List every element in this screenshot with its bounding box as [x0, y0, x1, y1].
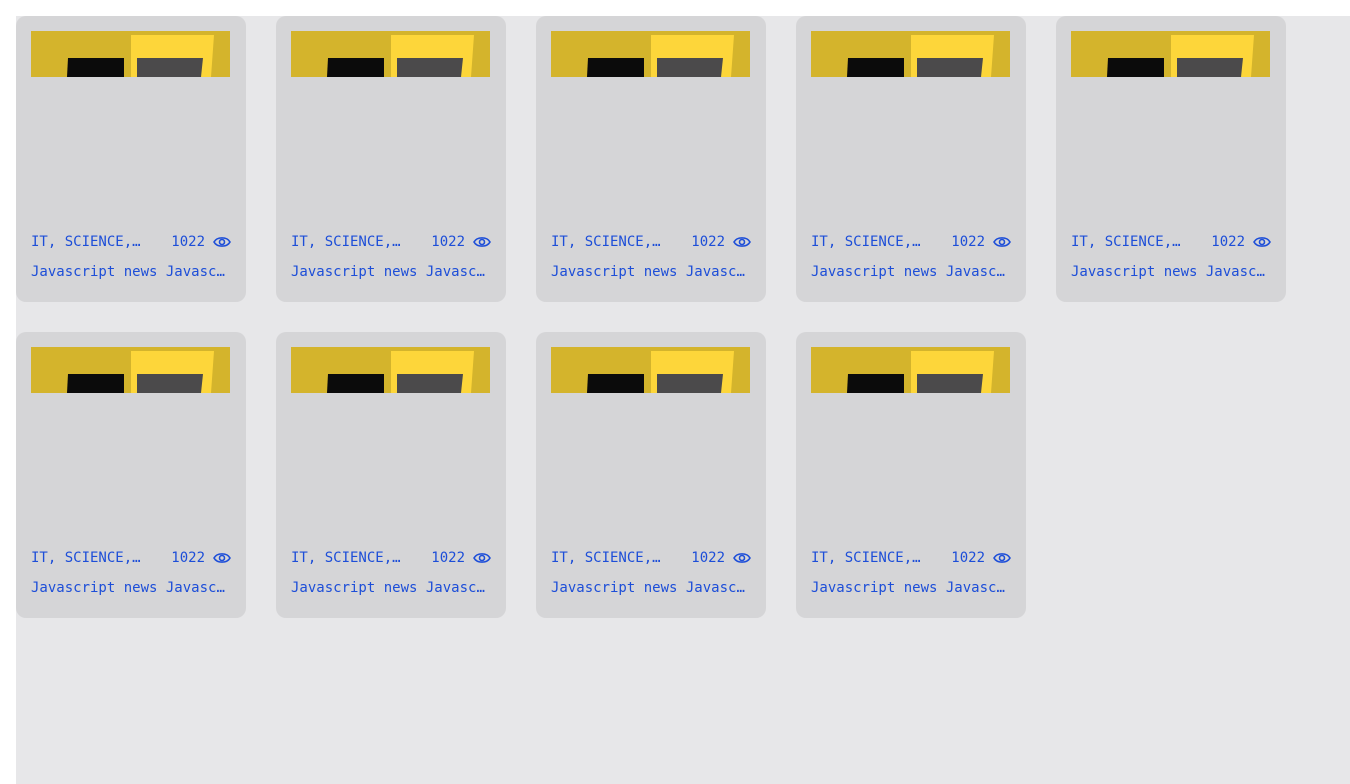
view-count: 1022 [691, 550, 725, 566]
card-meta: IT, SCIENCE, JAVASCRIPT 1022 [811, 548, 1011, 568]
card-title[interactable]: Javascript news Javascript news [811, 580, 1011, 600]
card-title[interactable]: Javascript news Javascript news [291, 264, 491, 284]
card-views: 1022 [691, 234, 751, 250]
card-thumbnail [31, 347, 230, 393]
view-count: 1022 [951, 550, 985, 566]
card-meta: IT, SCIENCE, JAVASCRIPT 1022 [31, 232, 231, 252]
card-thumbnail [551, 31, 750, 77]
card-meta: IT, SCIENCE, JAVASCRIPT 1022 [551, 548, 751, 568]
card-title[interactable]: Javascript news Javascript news [551, 580, 751, 600]
news-card[interactable]: IT, SCIENCE, JAVASCRIPT 1022 Javascript … [796, 16, 1026, 302]
view-count: 1022 [1211, 234, 1245, 250]
card-thumbnail [551, 347, 750, 393]
card-thumbnail [811, 31, 1010, 77]
news-card[interactable]: IT, SCIENCE, JAVASCRIPT 1022 Javascript … [536, 16, 766, 302]
card-views: 1022 [691, 550, 751, 566]
card-title[interactable]: Javascript news Javascript news [811, 264, 1011, 284]
eye-icon [213, 235, 231, 249]
card-tags[interactable]: IT, SCIENCE, JAVASCRIPT [291, 550, 409, 566]
view-count: 1022 [951, 234, 985, 250]
card-thumbnail [291, 31, 490, 77]
card-tags[interactable]: IT, SCIENCE, JAVASCRIPT [811, 234, 929, 250]
card-tags[interactable]: IT, SCIENCE, JAVASCRIPT [291, 234, 409, 250]
card-meta: IT, SCIENCE, JAVASCRIPT 1022 [1071, 232, 1271, 252]
eye-icon [1253, 235, 1271, 249]
view-count: 1022 [171, 234, 205, 250]
card-meta: IT, SCIENCE, JAVASCRIPT 1022 [31, 548, 231, 568]
card-views: 1022 [171, 234, 231, 250]
card-tags[interactable]: IT, SCIENCE, JAVASCRIPT [551, 550, 669, 566]
eye-icon [993, 235, 1011, 249]
news-card[interactable]: IT, SCIENCE, JAVASCRIPT 1022 Javascript … [276, 332, 506, 618]
card-tags[interactable]: IT, SCIENCE, JAVASCRIPT [551, 234, 669, 250]
eye-icon [213, 551, 231, 565]
card-views: 1022 [951, 234, 1011, 250]
news-grid: IT, SCIENCE, JAVASCRIPT 1022 Javascript … [16, 16, 1286, 618]
view-count: 1022 [691, 234, 725, 250]
view-count: 1022 [171, 550, 205, 566]
eye-icon [473, 235, 491, 249]
card-tags[interactable]: IT, SCIENCE, JAVASCRIPT [811, 550, 929, 566]
card-title[interactable]: Javascript news Javascript news [31, 264, 231, 284]
card-thumbnail [31, 31, 230, 77]
card-views: 1022 [431, 550, 491, 566]
news-card[interactable]: IT, SCIENCE, JAVASCRIPT 1022 Javascript … [16, 16, 246, 302]
card-tags[interactable]: IT, SCIENCE, JAVASCRIPT [31, 234, 149, 250]
card-thumbnail [811, 347, 1010, 393]
news-card[interactable]: IT, SCIENCE, JAVASCRIPT 1022 Javascript … [1056, 16, 1286, 302]
card-views: 1022 [431, 234, 491, 250]
card-thumbnail [291, 347, 490, 393]
card-meta: IT, SCIENCE, JAVASCRIPT 1022 [291, 232, 491, 252]
card-tags[interactable]: IT, SCIENCE, JAVASCRIPT [31, 550, 149, 566]
news-card[interactable]: IT, SCIENCE, JAVASCRIPT 1022 Javascript … [796, 332, 1026, 618]
card-views: 1022 [171, 550, 231, 566]
card-title[interactable]: Javascript news Javascript news [551, 264, 751, 284]
view-count: 1022 [431, 550, 465, 566]
card-views: 1022 [951, 550, 1011, 566]
card-title[interactable]: Javascript news Javascript news [291, 580, 491, 600]
news-card[interactable]: IT, SCIENCE, JAVASCRIPT 1022 Javascript … [16, 332, 246, 618]
news-card[interactable]: IT, SCIENCE, JAVASCRIPT 1022 Javascript … [536, 332, 766, 618]
eye-icon [473, 551, 491, 565]
card-views: 1022 [1211, 234, 1271, 250]
view-count: 1022 [431, 234, 465, 250]
card-thumbnail [1071, 31, 1270, 77]
card-title[interactable]: Javascript news Javascript news [31, 580, 231, 600]
card-meta: IT, SCIENCE, JAVASCRIPT 1022 [551, 232, 751, 252]
card-title[interactable]: Javascript news Javascript news [1071, 264, 1271, 284]
eye-icon [733, 551, 751, 565]
news-card[interactable]: IT, SCIENCE, JAVASCRIPT 1022 Javascript … [276, 16, 506, 302]
eye-icon [733, 235, 751, 249]
card-meta: IT, SCIENCE, JAVASCRIPT 1022 [811, 232, 1011, 252]
news-grid-viewport: IT, SCIENCE, JAVASCRIPT 1022 Javascript … [16, 16, 1350, 784]
eye-icon [993, 551, 1011, 565]
card-tags[interactable]: IT, SCIENCE, JAVASCRIPT [1071, 234, 1189, 250]
card-meta: IT, SCIENCE, JAVASCRIPT 1022 [291, 548, 491, 568]
